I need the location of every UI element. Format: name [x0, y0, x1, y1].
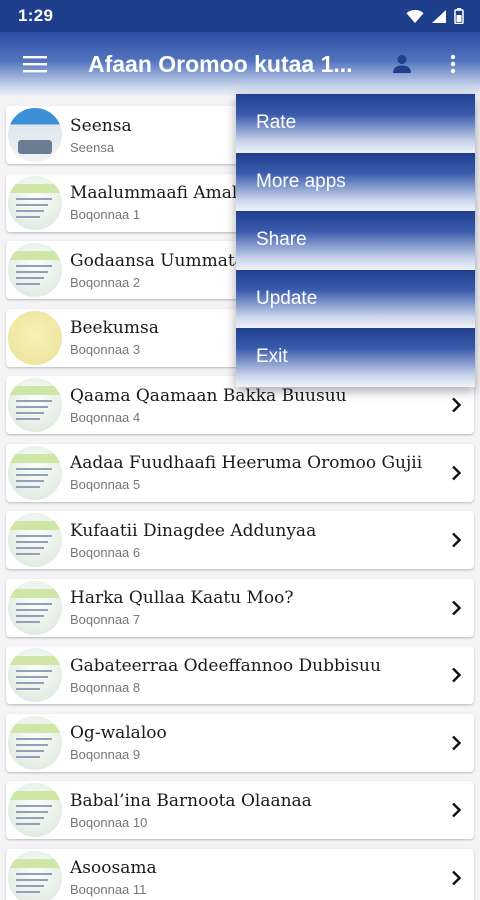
wifi-icon: [406, 9, 424, 23]
menu-item-more-apps[interactable]: More apps: [236, 152, 475, 211]
account-button[interactable]: [384, 46, 420, 82]
list-item[interactable]: Babal’ina Barnoota Olaanaa Boqonnaa 10: [6, 781, 474, 839]
lesson-title: Kufaatii Dinagdee Addunyaa: [70, 520, 317, 541]
lesson-text: Og-walaloo Boqonnaa 9: [70, 723, 442, 762]
lesson-title: Og-walaloo: [70, 723, 167, 743]
list-item[interactable]: Og-walaloo Boqonnaa 9: [6, 713, 474, 772]
lesson-subtitle: Boqonnaa 4: [70, 409, 141, 425]
list-item[interactable]: Gabateerraa Odeeffannoo Dubbisuu Boqonnaa…: [6, 646, 474, 704]
person-icon: [393, 55, 411, 73]
lesson-thumbnail: [8, 648, 62, 702]
battery-icon: [454, 8, 464, 24]
lesson-thumbnail: [8, 783, 62, 837]
lesson-subtitle: Boqonnaa 11: [70, 882, 147, 897]
lesson-title: Gabateerraa Odeeffannoo Dubbisuu: [70, 655, 381, 676]
chevron-right-icon: [442, 594, 470, 622]
menu-item-update[interactable]: Update: [236, 269, 475, 328]
lesson-text: Qaama Qaamaan Bakka Buusuu Boqonnaa 4: [70, 386, 442, 425]
lesson-title: Harka Qullaa Kaatu Moo?: [70, 588, 294, 608]
lesson-text: Asoosama Boqonnaa 11: [70, 858, 442, 897]
list-item[interactable]: Harka Qullaa Kaatu Moo? Boqonnaa 7: [6, 578, 474, 637]
lesson-subtitle: Boqonnaa 10: [70, 814, 148, 830]
lesson-title: Asoosama: [70, 858, 157, 878]
menu-item-rate[interactable]: Rate: [236, 94, 475, 153]
status-bar: 1:29: [0, 0, 480, 32]
lesson-thumbnail: [8, 378, 62, 432]
lesson-title: Aadaa Fuudhaafi Heeruma Oromoo Gujii: [70, 453, 423, 473]
lesson-title: Qaama Qaamaan Bakka Buusuu: [70, 385, 347, 406]
lesson-thumbnail: [8, 175, 62, 230]
lesson-thumbnail: [8, 310, 62, 365]
chevron-right-icon: [442, 391, 470, 419]
lesson-text: Aadaa Fuudhaafi Heeruma Oromoo Gujii Boqo…: [70, 453, 442, 492]
lesson-subtitle: Boqonnaa 8: [70, 679, 141, 695]
lesson-text: Harka Qullaa Kaatu Moo? Boqonnaa 7: [70, 588, 442, 627]
more-options-button[interactable]: [438, 46, 468, 82]
hamburger-icon: [23, 56, 47, 73]
menu-button[interactable]: [0, 32, 70, 96]
chevron-right-icon: [442, 729, 470, 757]
lesson-text: Kufaatii Dinagdee Addunyaa Boqonnaa 6: [70, 521, 442, 560]
list-item[interactable]: Kufaatii Dinagdee Addunyaa Boqonnaa 6: [6, 511, 474, 569]
lesson-thumbnail: [8, 108, 62, 162]
lesson-subtitle: Boqonnaa 6: [70, 544, 141, 560]
chevron-right-icon: [442, 796, 470, 824]
system-icons: [406, 8, 464, 24]
lesson-subtitle: Boqonnaa 9: [70, 747, 141, 762]
chevron-right-icon: [442, 864, 470, 892]
menu-item-exit[interactable]: Exit: [236, 328, 475, 387]
app-bar: Afaan Oromoo kutaa 1...: [0, 32, 480, 96]
more-vert-icon: [450, 54, 456, 74]
chevron-right-icon: [442, 459, 470, 487]
lesson-text: Gabateerraa Odeeffannoo Dubbisuu Boqonnaa…: [70, 656, 442, 695]
chevron-right-icon: [442, 661, 470, 689]
chevron-right-icon: [442, 526, 470, 554]
lesson-title: Babal’ina Barnoota Olaanaa: [70, 790, 312, 811]
lesson-thumbnail: [8, 850, 62, 900]
signal-icon: [432, 9, 446, 23]
menu-item-share[interactable]: Share: [236, 211, 475, 270]
lesson-subtitle: Boqonnaa 5: [70, 477, 141, 492]
lesson-subtitle: Boqonnaa 7: [70, 612, 141, 627]
lesson-thumbnail: [8, 715, 62, 770]
list-item[interactable]: Asoosama Boqonnaa 11: [6, 848, 474, 900]
lesson-text: Babal’ina Barnoota Olaanaa Boqonnaa 10: [70, 791, 442, 830]
status-time: 1:29: [18, 6, 54, 25]
list-item[interactable]: Aadaa Fuudhaafi Heeruma Oromoo Gujii Boqo…: [6, 443, 474, 502]
lesson-thumbnail: [8, 445, 62, 500]
app-title: Afaan Oromoo kutaa 1...: [88, 50, 353, 77]
lesson-thumbnail: [8, 243, 62, 297]
overflow-menu: Rate More apps Share Update Exit: [236, 94, 475, 387]
lesson-thumbnail: [8, 580, 62, 635]
lesson-thumbnail: [8, 513, 62, 567]
